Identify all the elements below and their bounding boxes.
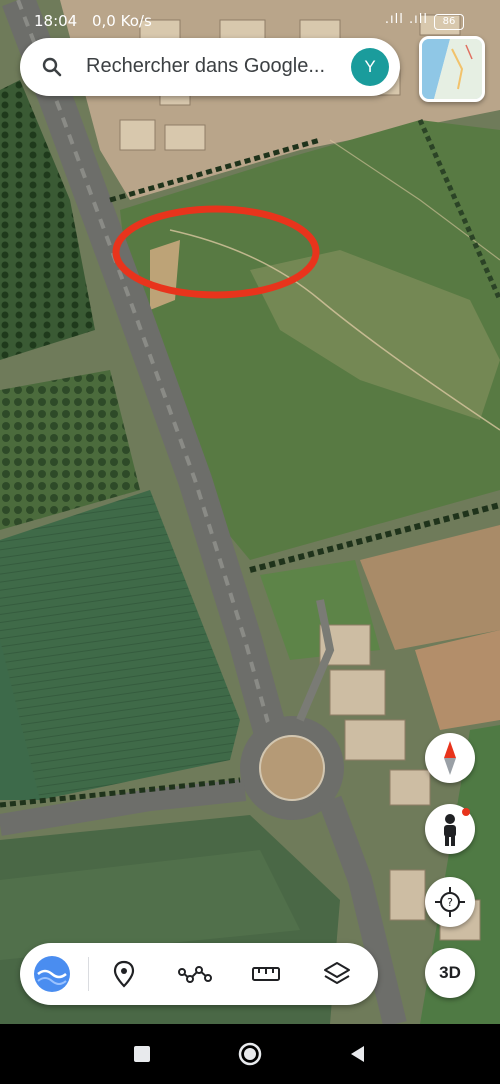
3d-toggle-button[interactable]: 3D bbox=[425, 948, 475, 998]
street-view-button[interactable] bbox=[425, 804, 475, 854]
home-icon[interactable] bbox=[238, 1042, 262, 1066]
my-location-button[interactable]: ? bbox=[425, 877, 475, 927]
recents-icon[interactable] bbox=[130, 1042, 154, 1066]
map-thumbnail-icon bbox=[422, 39, 482, 99]
svg-text:?: ? bbox=[447, 896, 453, 909]
system-navigation-bar bbox=[0, 1024, 500, 1084]
satellite-map[interactable] bbox=[0, 0, 500, 1024]
compass-button[interactable] bbox=[425, 733, 475, 783]
search-input[interactable]: Rechercher dans Google... bbox=[86, 55, 325, 78]
layers-icon[interactable] bbox=[317, 954, 357, 994]
ruler-icon[interactable] bbox=[246, 954, 286, 994]
toolbar-divider bbox=[88, 957, 89, 991]
account-avatar[interactable]: Y bbox=[351, 48, 389, 86]
pegman-icon bbox=[444, 808, 470, 846]
network-speed: 0,0 Ko/s bbox=[92, 12, 152, 30]
bottom-toolbar bbox=[20, 943, 378, 1005]
search-bar[interactable]: Rechercher dans Google... Y bbox=[20, 38, 400, 96]
back-icon[interactable] bbox=[346, 1042, 370, 1066]
pin-icon[interactable] bbox=[104, 954, 144, 994]
signal-icon: .ıll .ıll bbox=[384, 12, 428, 27]
map-type-button[interactable] bbox=[419, 36, 485, 102]
status-time: 18:04 bbox=[34, 12, 78, 30]
search-icon bbox=[42, 57, 62, 77]
path-icon[interactable] bbox=[175, 954, 215, 994]
battery-icon: 86 bbox=[434, 14, 464, 30]
location-crosshair-icon: ? bbox=[435, 887, 465, 917]
status-bar: 18:04 0,0 Ko/s .ıll .ıll 86 bbox=[0, 0, 500, 40]
compass-icon bbox=[444, 741, 456, 775]
voyager-icon[interactable] bbox=[32, 954, 72, 994]
